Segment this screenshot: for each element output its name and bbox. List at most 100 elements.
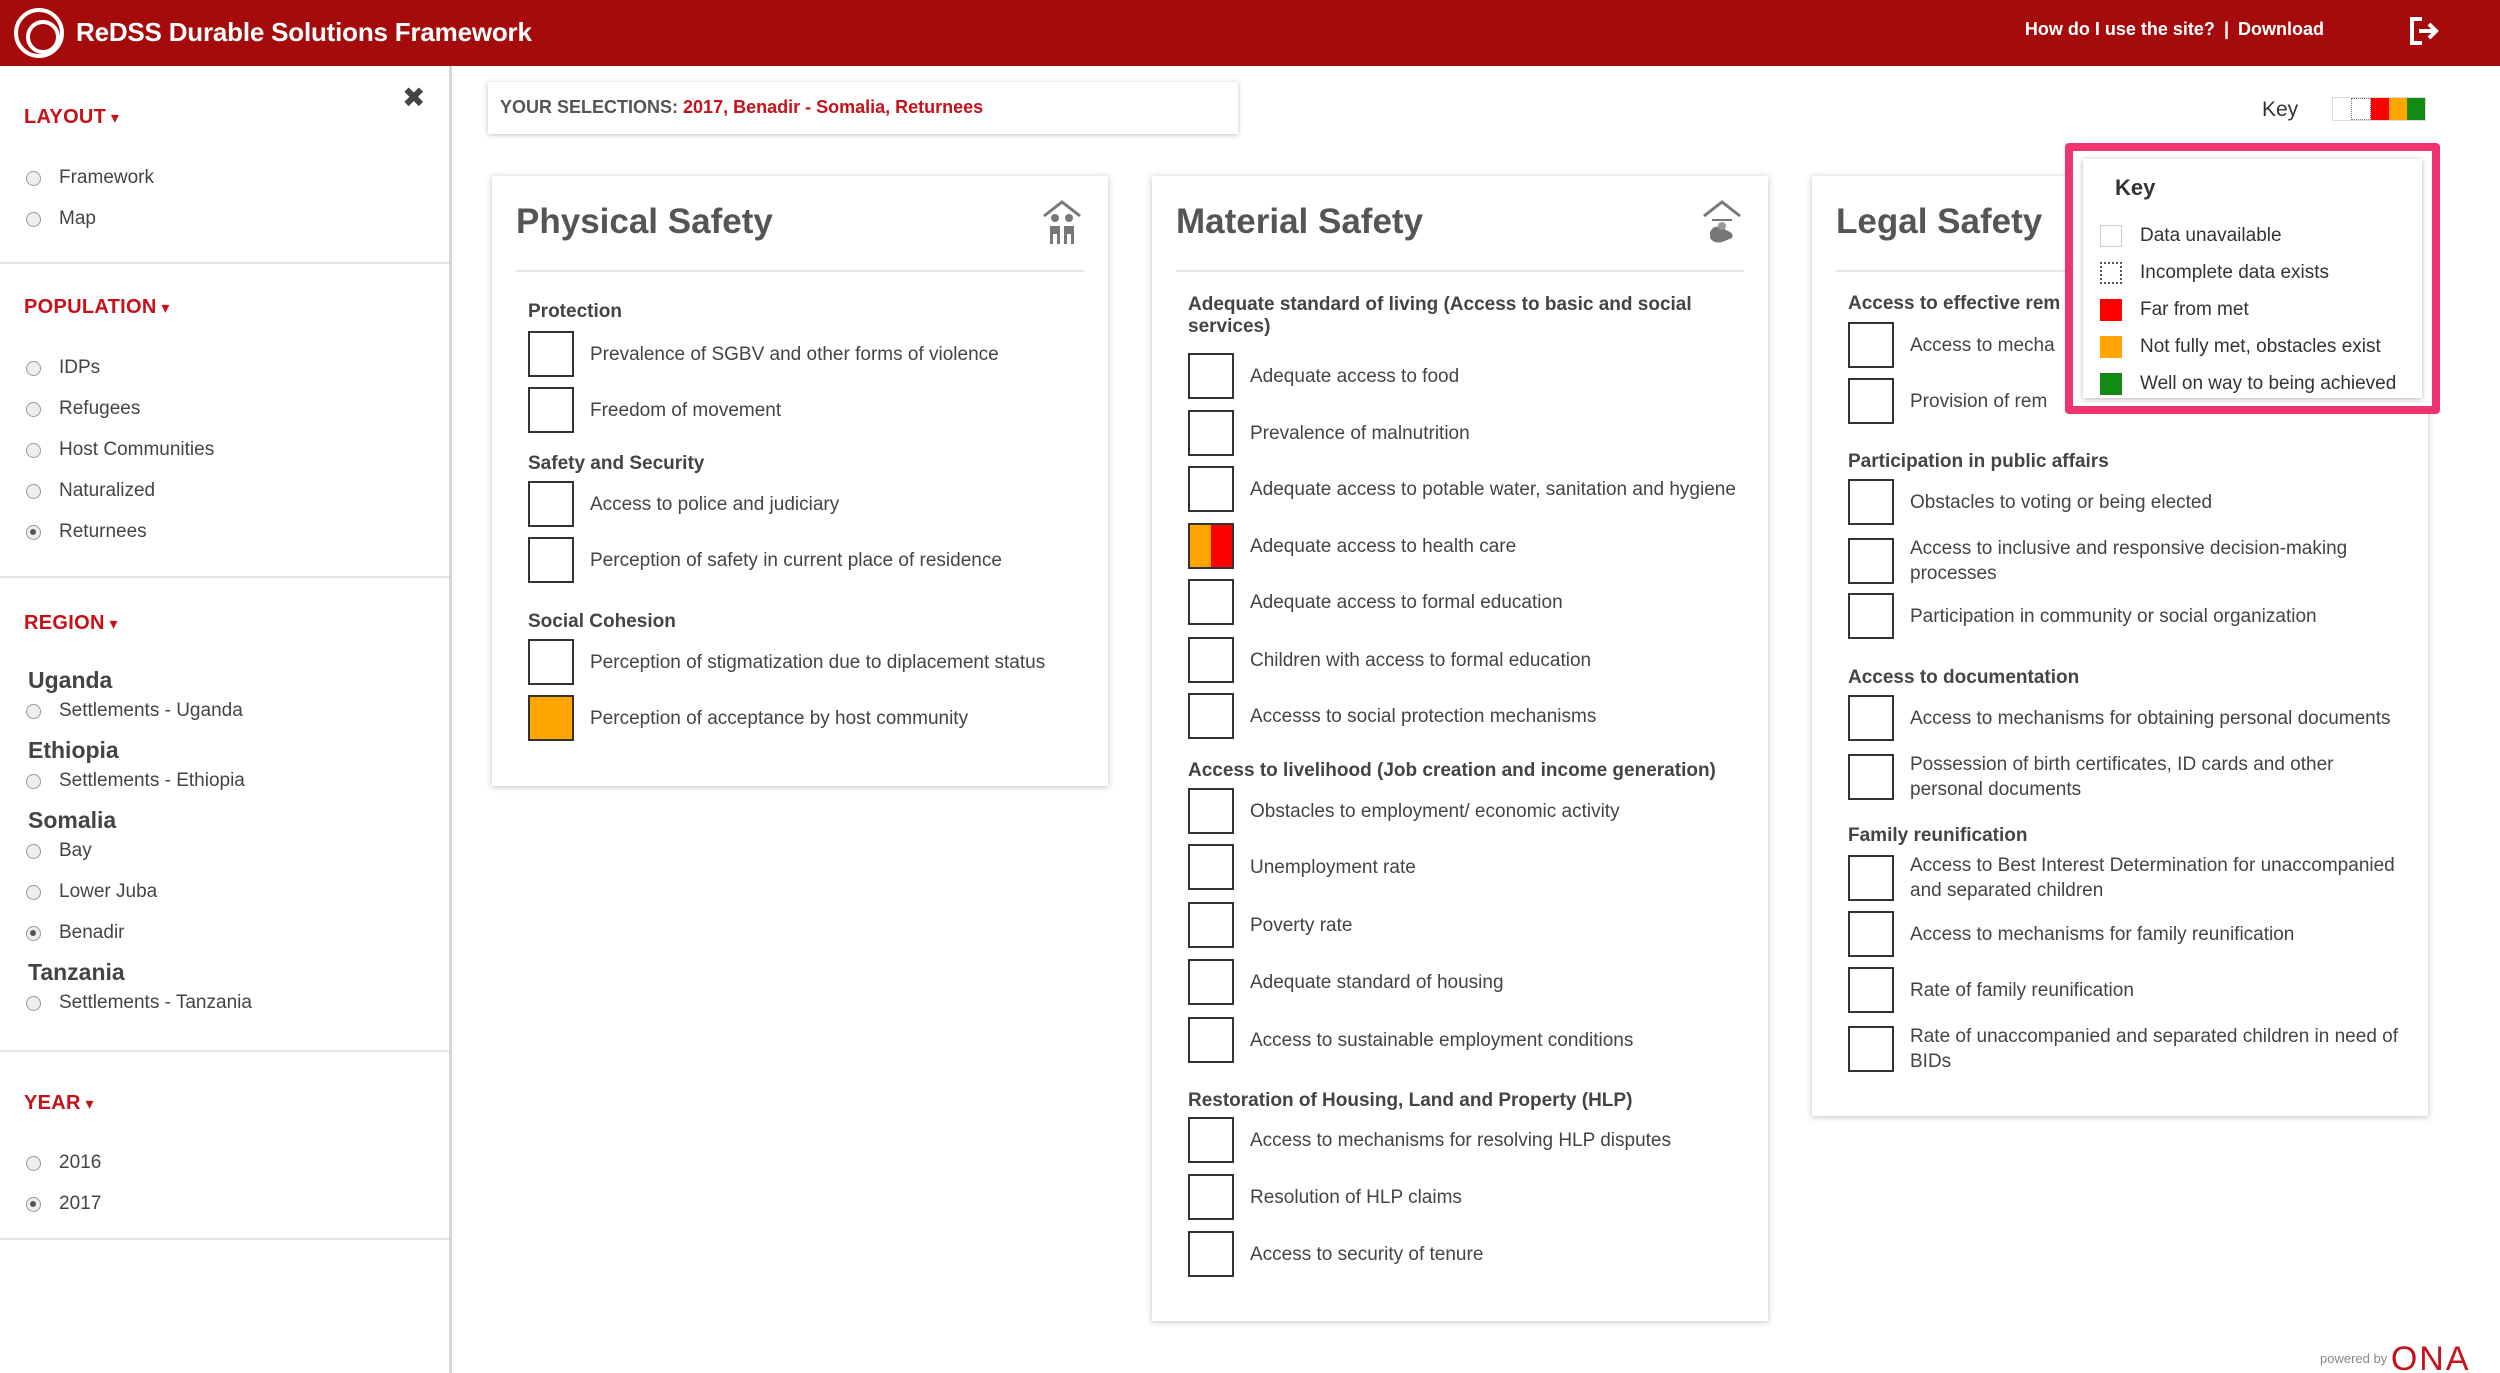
radio-icon[interactable] xyxy=(26,170,41,186)
indicator-label[interactable]: Rate of family reunification xyxy=(1910,978,2134,1003)
indicator-status-box[interactable] xyxy=(1188,1017,1234,1063)
indicator-row[interactable]: Access to security of tenure xyxy=(1188,1231,1748,1277)
indicator-row[interactable]: Access to sustainable employment conditi… xyxy=(1188,1017,1748,1063)
app-title[interactable]: ReDSS Durable Solutions Framework xyxy=(76,17,532,48)
region-option-settlements-ethiopia[interactable]: Settlements - Ethiopia xyxy=(26,770,245,792)
indicator-label[interactable]: Obstacles to voting or being elected xyxy=(1910,490,2212,515)
region-heading[interactable]: REGION xyxy=(24,612,118,635)
radio-icon[interactable] xyxy=(26,843,41,859)
key-color-strip[interactable] xyxy=(2332,97,2426,121)
indicator-status-box[interactable] xyxy=(1848,538,1894,584)
indicator-label[interactable]: Rate of unaccompanied and separated chil… xyxy=(1910,1024,2408,1074)
indicator-status-box[interactable] xyxy=(1188,523,1234,569)
redss-logo-icon[interactable] xyxy=(14,8,64,58)
indicator-status-box[interactable] xyxy=(1848,479,1894,525)
indicator-status-box[interactable] xyxy=(528,639,574,685)
indicator-row[interactable]: Perception of safety in current place of… xyxy=(528,537,1088,583)
indicator-label[interactable]: Participation in community or social org… xyxy=(1910,604,2317,629)
indicator-row[interactable]: Poverty rate xyxy=(1188,902,1748,948)
population-option-naturalized[interactable]: Naturalized xyxy=(26,480,155,502)
indicator-row[interactable]: Rate of unaccompanied and separated chil… xyxy=(1848,1024,2408,1074)
indicator-label[interactable]: Access to police and judiciary xyxy=(590,492,839,517)
layout-option-framework[interactable]: Framework xyxy=(26,167,154,189)
year-heading[interactable]: YEAR xyxy=(24,1092,94,1115)
year-option-2016[interactable]: 2016 xyxy=(26,1152,101,1174)
indicator-row[interactable]: Perception of stigmatization due to dipl… xyxy=(528,639,1088,685)
indicator-label[interactable]: Perception of acceptance by host communi… xyxy=(590,706,968,731)
indicator-status-box[interactable] xyxy=(1188,1117,1234,1163)
radio-icon[interactable] xyxy=(26,703,41,719)
population-heading[interactable]: POPULATION xyxy=(24,296,170,319)
indicator-label[interactable]: Access to mechanisms for obtaining perso… xyxy=(1910,706,2391,731)
indicator-label[interactable]: Access to security of tenure xyxy=(1250,1242,1483,1267)
population-option-host-communities[interactable]: Host Communities xyxy=(26,439,214,461)
download-link[interactable]: Download xyxy=(2238,19,2324,39)
indicator-status-box[interactable] xyxy=(1188,466,1234,512)
indicator-status-box[interactable] xyxy=(1188,844,1234,890)
radio-icon[interactable] xyxy=(26,773,41,789)
indicator-row[interactable]: Access to inclusive and responsive decis… xyxy=(1848,536,2408,586)
indicator-row[interactable]: Obstacles to employment/ economic activi… xyxy=(1188,788,1748,834)
indicator-status-box[interactable] xyxy=(528,331,574,377)
indicator-status-box[interactable] xyxy=(1188,353,1234,399)
layout-option-map[interactable]: Map xyxy=(26,208,96,230)
indicator-label[interactable]: Access to mechanisms for family reunific… xyxy=(1910,922,2294,947)
region-option-bay[interactable]: Bay xyxy=(26,840,92,862)
indicator-status-box[interactable] xyxy=(528,695,574,741)
indicator-row[interactable]: Resolution of HLP claims xyxy=(1188,1174,1748,1220)
indicator-label[interactable]: Accesss to social protection mechanisms xyxy=(1250,704,1596,729)
indicator-row[interactable]: Prevalence of malnutrition xyxy=(1188,410,1748,456)
indicator-label[interactable]: Obstacles to employment/ economic activi… xyxy=(1250,799,1620,824)
radio-icon[interactable] xyxy=(26,483,41,499)
key-label[interactable]: Key xyxy=(2262,98,2298,122)
indicator-status-box[interactable] xyxy=(1188,637,1234,683)
indicator-status-box[interactable] xyxy=(1848,593,1894,639)
indicator-label[interactable]: Prevalence of malnutrition xyxy=(1250,421,1470,446)
radio-icon[interactable] xyxy=(26,884,41,900)
population-option-refugees[interactable]: Refugees xyxy=(26,398,140,420)
indicator-status-box[interactable] xyxy=(1848,322,1894,368)
indicator-status-box[interactable] xyxy=(528,387,574,433)
indicator-row[interactable]: Rate of family reunification xyxy=(1848,967,2408,1013)
indicator-label[interactable]: Adequate access to food xyxy=(1250,364,1459,389)
indicator-status-box[interactable] xyxy=(528,481,574,527)
indicator-row[interactable]: Adequate access to potable water, sanita… xyxy=(1188,466,1748,512)
indicator-status-box[interactable] xyxy=(1848,855,1894,901)
indicator-row[interactable]: Adequate standard of housing xyxy=(1188,959,1748,1005)
indicator-row[interactable]: Freedom of movement xyxy=(528,387,1088,433)
indicator-label[interactable]: Possession of birth certificates, ID car… xyxy=(1910,752,2408,802)
indicator-row[interactable]: Access to mechanisms for resolving HLP d… xyxy=(1188,1117,1748,1163)
indicator-status-box[interactable] xyxy=(1188,959,1234,1005)
indicator-status-box[interactable] xyxy=(528,537,574,583)
indicator-label[interactable]: Access to inclusive and responsive decis… xyxy=(1910,536,2408,586)
radio-icon[interactable] xyxy=(26,1155,41,1171)
radio-icon[interactable] xyxy=(26,360,41,376)
indicator-label[interactable]: Access to mechanisms for resolving HLP d… xyxy=(1250,1128,1671,1153)
indicator-status-box[interactable] xyxy=(1188,902,1234,948)
indicator-status-box[interactable] xyxy=(1848,967,1894,1013)
indicator-label[interactable]: Adequate access to formal education xyxy=(1250,590,1563,615)
indicator-status-box[interactable] xyxy=(1188,410,1234,456)
indicator-row[interactable]: Access to mechanisms for family reunific… xyxy=(1848,911,2408,957)
indicator-status-box[interactable] xyxy=(1188,693,1234,739)
indicator-label[interactable]: Children with access to formal education xyxy=(1250,648,1591,673)
indicator-label[interactable]: Perception of stigmatization due to dipl… xyxy=(590,650,1045,675)
indicator-row[interactable]: Prevalence of SGBV and other forms of vi… xyxy=(528,331,1088,377)
indicator-status-box[interactable] xyxy=(1188,1174,1234,1220)
indicator-label[interactable]: Poverty rate xyxy=(1250,913,1352,938)
indicator-row[interactable]: Accesss to social protection mechanisms xyxy=(1188,693,1748,739)
region-option-benadir[interactable]: Benadir xyxy=(26,922,125,944)
region-option-settlements-uganda[interactable]: Settlements - Uganda xyxy=(26,700,243,722)
indicator-label[interactable]: Access to mecha xyxy=(1910,333,2055,358)
indicator-label[interactable]: Provision of rem xyxy=(1910,389,2047,414)
indicator-row[interactable]: Adequate access to formal education xyxy=(1188,579,1748,625)
radio-selected-icon[interactable] xyxy=(26,524,41,540)
indicator-label[interactable]: Access to sustainable employment conditi… xyxy=(1250,1028,1633,1053)
indicator-label[interactable]: Adequate access to potable water, sanita… xyxy=(1250,477,1736,502)
indicator-row[interactable]: Children with access to formal education xyxy=(1188,637,1748,683)
indicator-label[interactable]: Access to Best Interest Determination fo… xyxy=(1910,853,2408,903)
indicator-status-box[interactable] xyxy=(1848,378,1894,424)
indicator-label[interactable]: Freedom of movement xyxy=(590,398,781,423)
indicator-row[interactable]: Unemployment rate xyxy=(1188,844,1748,890)
population-option-returnees[interactable]: Returnees xyxy=(26,521,147,543)
